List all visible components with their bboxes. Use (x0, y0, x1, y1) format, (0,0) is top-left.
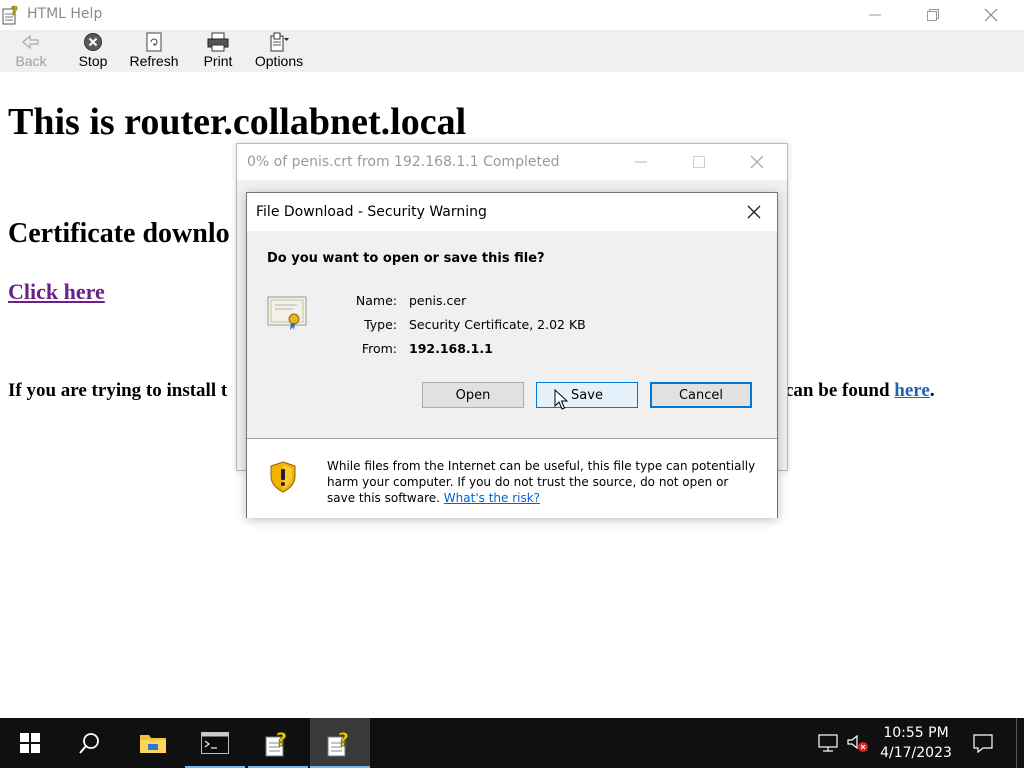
help-app-icon: ? (327, 729, 349, 757)
restore-icon (927, 9, 939, 21)
help-app-icon: ? (2, 5, 18, 25)
options-icon (270, 32, 289, 52)
progress-titlebar: 0% of penis.crt from 192.168.1.1 Complet… (237, 144, 787, 180)
svg-text:?: ? (11, 5, 18, 18)
minimize-icon (869, 14, 881, 16)
search-icon (79, 733, 99, 754)
minimize-icon (635, 161, 647, 163)
progress-close-button[interactable] (728, 144, 786, 180)
stop-icon (84, 33, 102, 51)
back-arrow-icon (22, 34, 39, 50)
close-icon (984, 8, 998, 22)
from-value: 192.168.1.1 (409, 341, 493, 356)
options-label: Options (254, 53, 304, 69)
dialog-close-button[interactable] (731, 193, 777, 231)
progress-minimize-button[interactable] (612, 144, 670, 180)
stop-label: Stop (78, 53, 108, 69)
instruction-period: . (929, 380, 935, 401)
command-prompt-icon (201, 732, 229, 754)
html-help-taskbar-button[interactable]: ? (248, 718, 308, 768)
page-heading: This is router.collabnet.local (8, 101, 467, 143)
stop-button[interactable]: Stop (72, 32, 114, 72)
dialog-title: File Download - Security Warning (256, 204, 487, 220)
clock-time: 10:55 PM (883, 725, 949, 741)
print-button[interactable]: Print (198, 32, 238, 72)
instruction-text-right: can be found here. (785, 380, 935, 402)
notification-center-button[interactable] (960, 718, 1006, 768)
refresh-icon (146, 32, 162, 52)
certificate-icon (267, 296, 307, 330)
open-button[interactable]: Open (422, 382, 524, 408)
close-button[interactable] (962, 0, 1020, 30)
refresh-label: Refresh (129, 53, 179, 69)
start-button[interactable] (0, 718, 60, 768)
page-subheading: Certificate downlo (8, 218, 230, 249)
instruction-text-end: can be found (785, 380, 890, 401)
progress-title: 0% of penis.crt from 192.168.1.1 Complet… (247, 154, 560, 170)
close-icon (750, 155, 764, 169)
notification-icon (973, 734, 993, 753)
network-tray-button[interactable] (812, 718, 846, 768)
refresh-button[interactable]: Refresh (128, 32, 180, 72)
search-button[interactable] (60, 718, 120, 768)
here-link[interactable]: here (894, 380, 930, 401)
options-button[interactable]: Options (252, 32, 306, 72)
clock-date: 4/17/2023 (880, 745, 952, 761)
dialog-warning-area: While files from the Internet can be use… (247, 439, 777, 518)
dialog-question: Do you want to open or save this file? (267, 251, 545, 266)
click-here-link[interactable]: Click here (8, 279, 105, 305)
window-titlebar: ? HTML Help (0, 0, 1024, 30)
volume-tray-button[interactable] (844, 718, 872, 768)
svg-text:?: ? (276, 729, 287, 751)
help-app-icon: ? (265, 729, 287, 757)
network-icon (818, 734, 838, 752)
command-prompt-button[interactable] (185, 718, 245, 768)
toolbar: Back Stop Refresh Print Options (0, 30, 1024, 72)
system-clock[interactable]: 10:55 PM 4/17/2023 (876, 723, 956, 763)
back-button[interactable]: Back (10, 32, 52, 72)
show-desktop-button[interactable] (1016, 718, 1024, 768)
windows-logo-icon (20, 733, 40, 753)
type-label: Type: (364, 317, 397, 332)
back-label: Back (15, 53, 47, 69)
progress-maximize-button[interactable] (670, 144, 728, 180)
shield-warning-icon (270, 461, 296, 493)
name-value: penis.cer (409, 293, 467, 308)
file-explorer-button[interactable] (123, 718, 183, 768)
from-label: From: (361, 341, 397, 356)
print-icon (207, 32, 229, 52)
warning-text: While files from the Internet can be use… (327, 458, 757, 506)
volume-muted-icon (847, 734, 868, 752)
warning-message: While files from the Internet can be use… (327, 459, 756, 505)
print-label: Print (203, 53, 233, 69)
restore-button[interactable] (904, 0, 962, 30)
folder-icon (140, 735, 166, 753)
maximize-icon (693, 156, 705, 168)
name-label: Name: (355, 293, 397, 308)
mouse-cursor-icon (554, 389, 568, 410)
dialog-titlebar: File Download - Security Warning (247, 193, 777, 231)
instruction-text-left: If you are trying to install t (8, 380, 228, 401)
minimize-button[interactable] (846, 0, 904, 30)
html-help-taskbar-button-active[interactable]: ? (310, 718, 370, 768)
cancel-button[interactable]: Cancel (650, 382, 752, 408)
whats-the-risk-link[interactable]: What's the risk? (444, 491, 540, 505)
svg-text:?: ? (338, 729, 349, 751)
save-button[interactable]: Save (536, 382, 638, 408)
type-value: Security Certificate, 2.02 KB (409, 317, 586, 332)
taskbar: ? ? 10:55 PM 4/17/2023 (0, 718, 1024, 768)
security-warning-dialog: File Download - Security Warning Do you … (246, 192, 778, 518)
close-icon (747, 205, 761, 219)
window-title: HTML Help (27, 6, 103, 22)
